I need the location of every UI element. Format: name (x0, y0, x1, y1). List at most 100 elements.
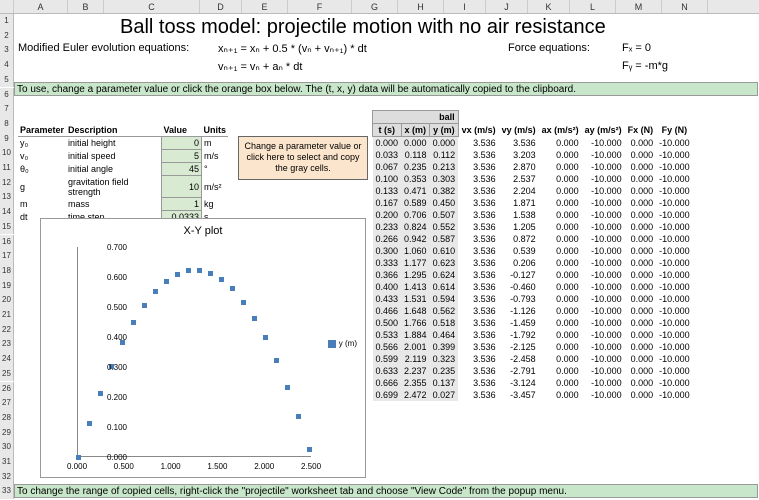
ball-cell[interactable]: -10.000 (656, 389, 693, 401)
ball-cell[interactable]: 3.536 (458, 137, 499, 150)
ball-cell[interactable]: -10.000 (656, 257, 693, 269)
ball-cell[interactable]: 0.000 (625, 341, 657, 353)
ball-cell[interactable]: 0.433 (373, 293, 402, 305)
ball-cell[interactable]: -10.000 (656, 341, 693, 353)
col-header-L[interactable]: L (570, 0, 616, 13)
ball-cell[interactable]: 0.167 (373, 197, 402, 209)
ball-cell[interactable]: 1.060 (401, 245, 430, 257)
ball-cell[interactable]: 0.133 (373, 185, 402, 197)
ball-cell[interactable]: 3.536 (458, 365, 499, 377)
ball-cell[interactable]: 1.295 (401, 269, 430, 281)
ball-cell[interactable]: 0.399 (430, 341, 459, 353)
param-value-cell[interactable]: 1 (162, 198, 202, 211)
ball-cell[interactable]: -3.124 (499, 377, 539, 389)
row-header-8[interactable]: 8 (0, 117, 14, 132)
row-header-25[interactable]: 25 (0, 367, 14, 382)
ball-cell[interactable]: 0.400 (373, 281, 402, 293)
row-header-11[interactable]: 11 (0, 161, 14, 176)
ball-cell[interactable]: 3.536 (458, 209, 499, 221)
ball-cell[interactable]: 0.000 (539, 173, 582, 185)
ball-cell[interactable]: 2.237 (401, 365, 430, 377)
ball-cell[interactable]: -1.459 (499, 317, 539, 329)
ball-cell[interactable]: 0.000 (539, 341, 582, 353)
ball-cell[interactable]: 0.599 (373, 353, 402, 365)
ball-cell[interactable]: 0.450 (430, 197, 459, 209)
ball-cell[interactable]: -10.000 (582, 233, 625, 245)
ball-cell[interactable]: 0.000 (625, 137, 657, 150)
ball-cell[interactable]: 0.000 (373, 137, 402, 150)
ball-cell[interactable]: -10.000 (582, 173, 625, 185)
ball-cell[interactable]: 1.205 (499, 221, 539, 233)
ball-cell[interactable]: -1.792 (499, 329, 539, 341)
ball-cell[interactable]: 0.624 (430, 269, 459, 281)
ball-cell[interactable]: 0.000 (625, 281, 657, 293)
ball-cell[interactable]: 0.000 (625, 389, 657, 401)
ball-cell[interactable]: 0.266 (373, 233, 402, 245)
ball-cell[interactable]: 0.552 (430, 221, 459, 233)
ball-cell[interactable]: -10.000 (582, 209, 625, 221)
row-header-32[interactable]: 32 (0, 470, 14, 485)
row-header-6[interactable]: 6 (0, 88, 14, 103)
row-header-28[interactable]: 28 (0, 411, 14, 426)
ball-cell[interactable]: -10.000 (656, 173, 693, 185)
ball-cell[interactable]: 0.000 (539, 389, 582, 401)
ball-cell[interactable]: 0.000 (625, 161, 657, 173)
ball-cell[interactable]: -10.000 (582, 389, 625, 401)
ball-cell[interactable]: 0.610 (430, 245, 459, 257)
ball-cell[interactable]: 0.000 (625, 329, 657, 341)
ball-cell[interactable]: -10.000 (656, 353, 693, 365)
ball-cell[interactable]: 3.536 (458, 269, 499, 281)
row-header-17[interactable]: 17 (0, 249, 14, 264)
ball-cell[interactable]: 0.539 (499, 245, 539, 257)
ball-cell[interactable]: 0.000 (625, 317, 657, 329)
ball-cell[interactable]: 0.587 (430, 233, 459, 245)
ball-cell[interactable]: -10.000 (582, 329, 625, 341)
ball-cell[interactable]: -10.000 (582, 221, 625, 233)
ball-cell[interactable]: 3.536 (458, 197, 499, 209)
ball-cell[interactable]: -10.000 (656, 221, 693, 233)
ball-cell[interactable]: 0.000 (539, 365, 582, 377)
ball-cell[interactable]: 0.518 (430, 317, 459, 329)
ball-cell[interactable]: 0.000 (539, 317, 582, 329)
ball-cell[interactable]: -10.000 (656, 329, 693, 341)
ball-cell[interactable]: -1.126 (499, 305, 539, 317)
row-header-22[interactable]: 22 (0, 323, 14, 338)
ball-cell[interactable]: 0.633 (373, 365, 402, 377)
row-header-16[interactable]: 16 (0, 235, 14, 250)
ball-cell[interactable]: 0.562 (430, 305, 459, 317)
ball-cell[interactable]: 0.000 (539, 245, 582, 257)
ball-cell[interactable]: -10.000 (656, 245, 693, 257)
ball-cell[interactable]: 0.000 (539, 281, 582, 293)
ball-cell[interactable]: -10.000 (656, 149, 693, 161)
ball-cell[interactable]: 0.333 (373, 257, 402, 269)
ball-cell[interactable]: 0.000 (625, 173, 657, 185)
ball-cell[interactable]: 3.536 (458, 233, 499, 245)
ball-cell[interactable]: 0.000 (539, 269, 582, 281)
ball-cell[interactable]: 3.536 (458, 305, 499, 317)
ball-cell[interactable]: 1.538 (499, 209, 539, 221)
ball-cell[interactable]: 3.536 (458, 221, 499, 233)
ball-cell[interactable]: 0.000 (539, 161, 582, 173)
ball-cell[interactable]: 0.594 (430, 293, 459, 305)
ball-cell[interactable]: 0.382 (430, 185, 459, 197)
copy-trigger-box[interactable]: Change a parameter value or click here t… (238, 136, 368, 180)
ball-cell[interactable]: 0.100 (373, 173, 402, 185)
ball-cell[interactable]: 0.303 (430, 173, 459, 185)
ball-cell[interactable]: 0.000 (625, 197, 657, 209)
ball-cell[interactable]: 0.033 (373, 149, 402, 161)
col-header-A[interactable]: A (14, 0, 68, 13)
ball-cell[interactable]: 0.872 (499, 233, 539, 245)
ball-cell[interactable]: -2.791 (499, 365, 539, 377)
col-header-F[interactable]: F (288, 0, 352, 13)
ball-cell[interactable]: 0.533 (373, 329, 402, 341)
ball-cell[interactable]: 0.233 (373, 221, 402, 233)
ball-cell[interactable]: -2.458 (499, 353, 539, 365)
ball-cell[interactable]: 0.000 (539, 293, 582, 305)
row-header-14[interactable]: 14 (0, 205, 14, 220)
ball-cell[interactable]: 2.119 (401, 353, 430, 365)
ball-cell[interactable]: 0.300 (373, 245, 402, 257)
ball-cell[interactable]: 1.871 (499, 197, 539, 209)
row-header-31[interactable]: 31 (0, 455, 14, 470)
ball-cell[interactable]: 0.466 (373, 305, 402, 317)
ball-cell[interactable]: 0.000 (625, 149, 657, 161)
